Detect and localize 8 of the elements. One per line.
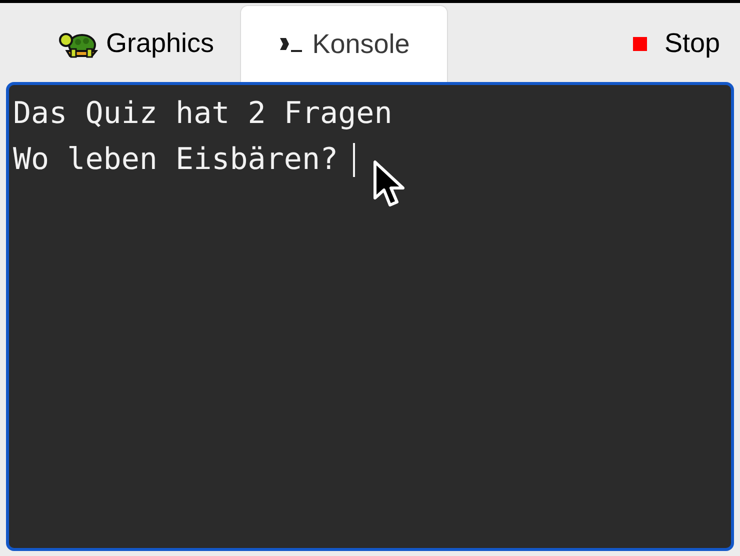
console-output-line: Das Quiz hat 2 Fragen — [13, 95, 392, 133]
tab[interactable]: Konsole — [240, 5, 448, 82]
console-panel[interactable]: Das Quiz hat 2 Fragen Wo leben Eisbären? — [6, 82, 734, 551]
tab[interactable]: Graphics — [32, 5, 240, 82]
stop-button[interactable]: Stop — [632, 5, 740, 82]
text-cursor — [353, 143, 356, 177]
console-output-line: Wo leben Eisbären? — [13, 141, 338, 179]
stop-icon — [632, 36, 648, 52]
